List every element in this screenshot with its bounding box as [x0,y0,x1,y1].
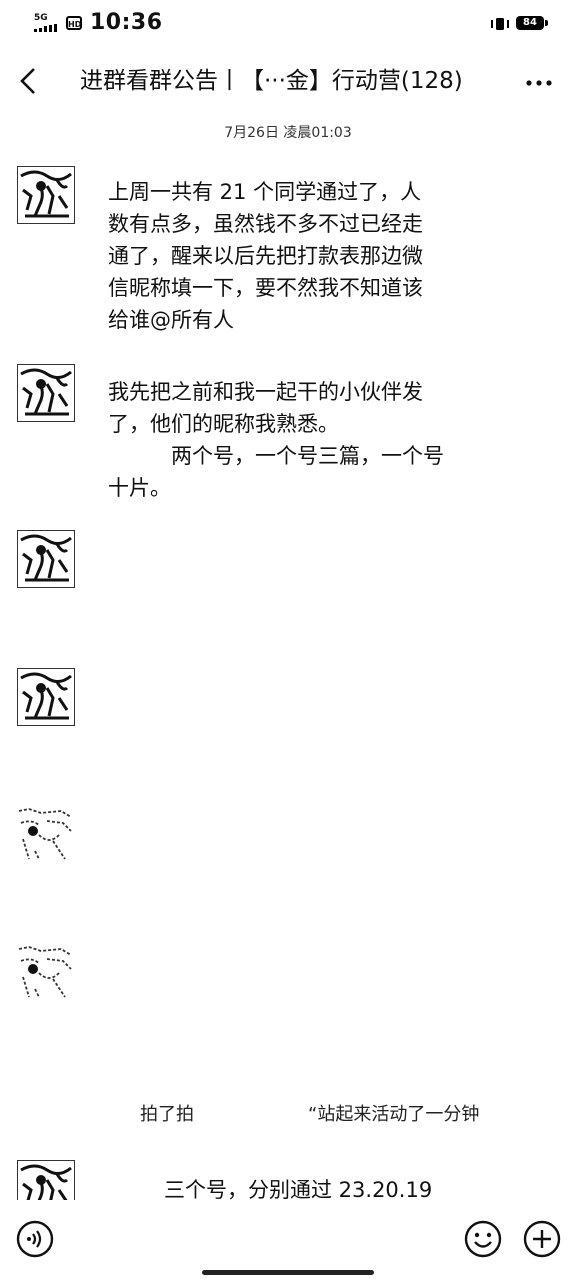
avatar[interactable] [17,166,75,224]
battery-icon: 84 [516,16,548,30]
network-type: 5G [34,13,48,23]
avatar[interactable] [17,805,75,863]
message-line: 上周一共有 21 个同学通过了，人 [108,180,422,204]
more-dots-icon [526,80,552,86]
avatar[interactable] [17,668,75,726]
clock: 10:36 [90,10,163,35]
avatar[interactable] [17,943,75,1001]
avatar[interactable] [17,1160,75,1200]
pat-notice-right: “站起来活动了一分钟 [308,1104,480,1125]
voice-icon [16,1220,54,1258]
chevron-left-icon [20,68,35,94]
avatar[interactable] [17,364,75,422]
more-actions-button[interactable] [523,1220,561,1258]
pat-notice-left: 拍了拍 [140,1104,194,1125]
chat-title: 进群看群公告丨【···金】行动营(128) [80,68,463,94]
message-line: 数有点多，虽然钱不多不过已经走 [108,212,423,236]
message-line: 了，他们的昵称我熟悉。 [108,412,339,436]
status-bar: 5G HD 10:36 84 [0,0,576,46]
message-text: 我先把之前和我一起干的小伙伴发 了，他们的昵称我熟悉。 两个号，一个号三篇，一个… [108,376,480,504]
back-button[interactable] [14,64,44,98]
date-separator: 7月26日 凌晨01:03 [224,125,352,141]
emoji-icon [464,1220,502,1258]
hd-icon: HD [66,16,82,30]
message-line: 十片。 [108,476,171,500]
message-line: 通了，醒来以后先把打款表那边微 [108,244,423,268]
signal-icon [34,24,58,32]
emoji-button[interactable] [464,1220,502,1258]
message-line: 我先把之前和我一起干的小伙伴发 [108,380,423,404]
vibrate-icon [490,16,510,30]
voice-button[interactable] [16,1220,54,1258]
home-indicator[interactable] [202,1270,374,1275]
plus-icon [523,1220,561,1258]
message-line: 信昵称填一下，要不然我不知道该 [108,276,423,300]
message-text: 上周一共有 21 个同学通过了，人 数有点多，虽然钱不多不过已经走 通了，醒来以… [108,176,480,336]
avatar[interactable] [17,530,75,588]
message-line: 两个号，一个号三篇，一个号 [108,444,444,468]
message-line: 给谁@所有人 [108,308,234,332]
more-button[interactable] [526,70,552,96]
message-text: 三个号，分别通过 23.20.19 [164,1178,433,1202]
